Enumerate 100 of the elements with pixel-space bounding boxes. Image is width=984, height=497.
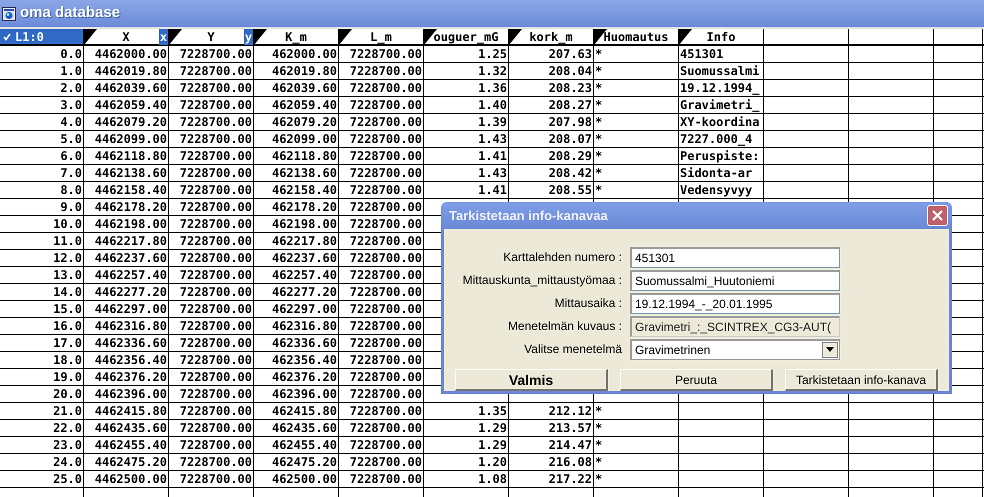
table-cell: 7228700.00 bbox=[169, 216, 254, 232]
table-cell: 217.22 bbox=[509, 471, 594, 487]
table-cell: 4462500.00 bbox=[84, 471, 169, 487]
column-header[interactable]: Y y bbox=[169, 29, 254, 44]
table-cell: 207.63 bbox=[509, 46, 594, 62]
row-number: 8.0 bbox=[0, 182, 84, 198]
table-cell: 4462019.80 bbox=[84, 63, 169, 79]
table-cell: 4462356.40 bbox=[84, 352, 169, 368]
table-cell: 4462079.20 bbox=[84, 114, 169, 130]
table-cell: 7228700.00 bbox=[339, 165, 424, 181]
table-cell: 462237.60 bbox=[254, 250, 339, 266]
table-cell: * bbox=[594, 454, 679, 470]
table-cell: 7228700.00 bbox=[339, 386, 424, 402]
table-cell: 7228700.00 bbox=[339, 182, 424, 198]
table-cell: 4462316.80 bbox=[84, 318, 169, 334]
table-cell: 7228700.00 bbox=[339, 114, 424, 130]
input-field: Gravimetri_:_SCINTREX_CG3-AUT( bbox=[630, 316, 840, 336]
row-number: 20.0 bbox=[0, 386, 84, 402]
table-cell: 462178.20 bbox=[254, 199, 339, 215]
close-button[interactable] bbox=[927, 205, 948, 226]
input-field[interactable]: 19.12.1994_-_20.01.1995 bbox=[630, 292, 840, 314]
table-cell: 208.55 bbox=[509, 182, 594, 198]
field-label: Menetelmän kuvaus : bbox=[506, 318, 623, 335]
input-field[interactable]: Suomussalmi_Huutoniemi bbox=[630, 270, 840, 290]
app-icon bbox=[2, 6, 16, 20]
table-cell: 462198.00 bbox=[254, 216, 339, 232]
table-cell: * bbox=[594, 165, 679, 181]
table-cell: 7228700.00 bbox=[169, 63, 254, 79]
dialog-button[interactable]: Peruuta bbox=[620, 369, 773, 391]
table-cell: * bbox=[594, 182, 679, 198]
table-cell: 7228700.00 bbox=[169, 114, 254, 130]
table-cell: Sidonta-ar bbox=[679, 165, 764, 181]
table-cell: 7228700.00 bbox=[339, 233, 424, 249]
table-cell: 214.47 bbox=[509, 437, 594, 453]
table-cell: * bbox=[594, 63, 679, 79]
table-cell: Peruspiste: bbox=[679, 148, 764, 164]
table-cell: 7228700.00 bbox=[339, 63, 424, 79]
table-cell: 216.08 bbox=[509, 454, 594, 470]
table-cell: 1.41 bbox=[424, 148, 509, 164]
column-header[interactable]: Info bbox=[679, 29, 764, 44]
dialog-button[interactable]: Valmis bbox=[455, 369, 608, 391]
table-cell: * bbox=[594, 97, 679, 113]
table-cell: 7228700.00 bbox=[169, 403, 254, 419]
table-cell: 7228700.00 bbox=[339, 199, 424, 215]
table-cell: 4462475.20 bbox=[84, 454, 169, 470]
table-cell: 7228700.00 bbox=[339, 250, 424, 266]
table-cell: 7228700.00 bbox=[169, 199, 254, 215]
table-cell: 462019.80 bbox=[254, 63, 339, 79]
row-number: 13.0 bbox=[0, 267, 84, 283]
row-number: 14.0 bbox=[0, 284, 84, 300]
dialog-button[interactable]: Tarkistetaan info-kanava bbox=[785, 369, 938, 391]
column-header[interactable]: L1:0 bbox=[0, 29, 84, 44]
row-number: 18.0 bbox=[0, 352, 84, 368]
close-icon bbox=[932, 210, 943, 221]
table-cell: 7228700.00 bbox=[339, 335, 424, 351]
table-cell: 462257.40 bbox=[254, 267, 339, 283]
table-cell: 4462336.60 bbox=[84, 335, 169, 351]
table-cell: 451301 bbox=[679, 46, 764, 62]
table-cell: 1.40 bbox=[424, 97, 509, 113]
table-cell: 462435.60 bbox=[254, 420, 339, 436]
table-cell: 7228700.00 bbox=[339, 46, 424, 62]
table-cell: 7228700.00 bbox=[339, 267, 424, 283]
table-cell: 7228700.00 bbox=[339, 97, 424, 113]
table-cell: 7228700.00 bbox=[169, 437, 254, 453]
table-cell: 462316.80 bbox=[254, 318, 339, 334]
table-cell: 4462257.40 bbox=[84, 267, 169, 283]
table-cell: 4462237.60 bbox=[84, 250, 169, 266]
table-cell: 1.08 bbox=[424, 471, 509, 487]
table-cell: 7228700.00 bbox=[339, 352, 424, 368]
table-cell: 462297.00 bbox=[254, 301, 339, 317]
table-cell: 462396.00 bbox=[254, 386, 339, 402]
table-cell: 462415.80 bbox=[254, 403, 339, 419]
table-cell: 1.25 bbox=[424, 46, 509, 62]
row-number: 3.0 bbox=[0, 97, 84, 113]
table-cell: 462277.20 bbox=[254, 284, 339, 300]
field-label: Valitse menetelmä bbox=[523, 341, 623, 358]
table-cell: 208.42 bbox=[509, 165, 594, 181]
table-cell: 1.43 bbox=[424, 165, 509, 181]
table-cell: 213.57 bbox=[509, 420, 594, 436]
table-cell: 7228700.00 bbox=[169, 386, 254, 402]
table-cell: 7228700.00 bbox=[339, 437, 424, 453]
table-cell: * bbox=[594, 114, 679, 130]
table-cell: 1.35 bbox=[424, 403, 509, 419]
table-cell: 4462000.00 bbox=[84, 46, 169, 62]
dropdown[interactable]: Gravimetrinen bbox=[630, 338, 840, 360]
table-cell: 4462455.40 bbox=[84, 437, 169, 453]
table-cell: 1.39 bbox=[424, 114, 509, 130]
table-cell: 7228700.00 bbox=[169, 369, 254, 385]
table-cell: * bbox=[594, 437, 679, 453]
table-cell: 7228700.00 bbox=[169, 420, 254, 436]
column-header[interactable]: X x bbox=[84, 29, 169, 44]
axis-tag: y bbox=[244, 29, 253, 45]
table-cell: 462356.40 bbox=[254, 352, 339, 368]
table-cell: 4462039.60 bbox=[84, 80, 169, 96]
table-cell: * bbox=[594, 80, 679, 96]
table-cell: 212.12 bbox=[509, 403, 594, 419]
row-number: 5.0 bbox=[0, 131, 84, 147]
row-number: 21.0 bbox=[0, 403, 84, 419]
check-icon bbox=[3, 32, 11, 40]
input-field[interactable]: 451301 bbox=[630, 246, 840, 268]
